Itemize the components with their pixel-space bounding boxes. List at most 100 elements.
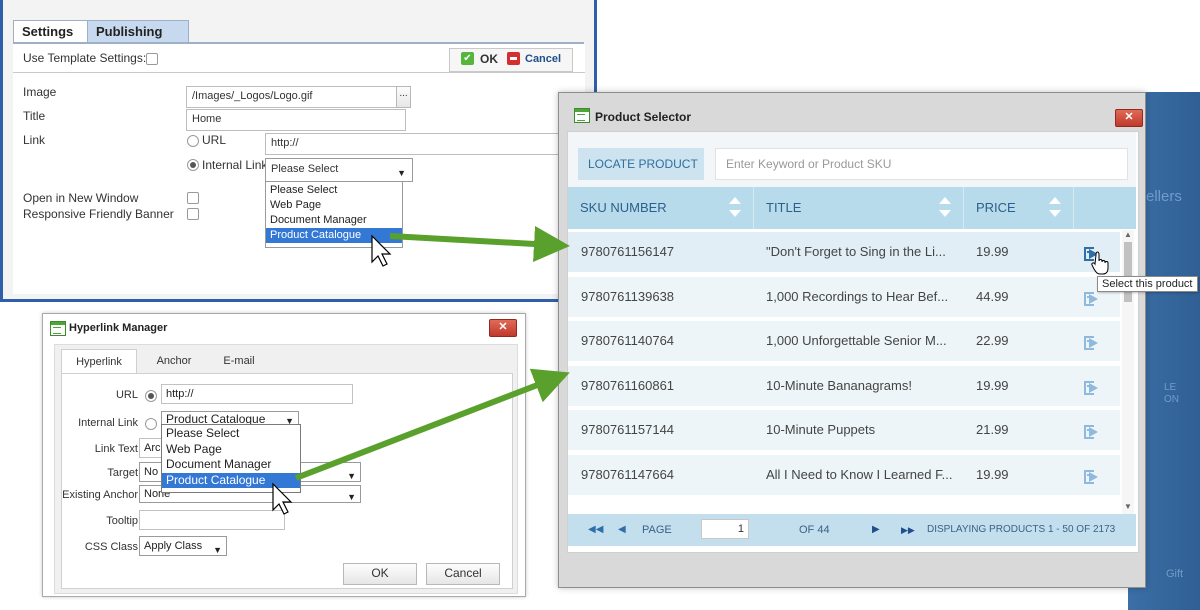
price-cell: 19.99 <box>976 244 1009 259</box>
dropdown-option-selected[interactable]: Product Catalogue <box>266 228 402 243</box>
column-header-sku[interactable]: SKU NUMBER <box>568 187 754 229</box>
url-input[interactable]: http:// <box>265 133 596 155</box>
dropdown-option[interactable]: Document Manager <box>266 213 402 228</box>
use-template-label: Use Template Settings: <box>23 51 147 65</box>
table-row[interactable]: 9780761140764 1,000 Unforgettable Senior … <box>568 321 1120 362</box>
cancel-button[interactable]: Cancel <box>426 563 500 585</box>
scroll-down-icon[interactable]: ▼ <box>1124 502 1132 511</box>
scroll-up-icon[interactable]: ▲ <box>1124 230 1132 239</box>
select-product-icon[interactable] <box>1084 334 1100 350</box>
close-icon[interactable]: ✕ <box>1115 109 1143 127</box>
select-product-icon[interactable] <box>1084 423 1100 439</box>
close-icon[interactable]: ✕ <box>489 319 517 337</box>
sort-icon[interactable] <box>939 197 951 219</box>
open-new-window-checkbox[interactable] <box>187 192 199 204</box>
css-class-select[interactable]: Apply Class ▼ <box>139 536 227 556</box>
open-new-window-label: Open in New Window <box>23 191 139 205</box>
tab-anchor[interactable]: Anchor <box>139 349 209 373</box>
first-page-icon[interactable]: ◀◀ <box>588 514 603 546</box>
table-header: SKU NUMBER TITLE PRICE <box>568 187 1136 229</box>
ok-button[interactable]: OK <box>343 563 417 585</box>
dropdown-option[interactable]: Document Manager <box>162 457 300 473</box>
image-path-input[interactable]: /Images/_Logos/Logo.gif <box>186 86 406 108</box>
product-selector-body: LOCATE PRODUCT Enter Keyword or Product … <box>567 131 1139 553</box>
tab-hyperlink[interactable]: Hyperlink <box>61 349 137 374</box>
sku-cell: 9780761140764 <box>581 333 675 348</box>
chevron-down-icon: ▼ <box>213 545 222 555</box>
sort-icon[interactable] <box>1049 197 1061 219</box>
dropdown-option[interactable]: Web Page <box>266 198 402 213</box>
next-page-icon[interactable]: ▶ <box>872 514 880 546</box>
last-page-icon[interactable]: ▶▶ <box>901 514 915 546</box>
browse-button[interactable]: ... <box>396 86 411 108</box>
column-header-label: PRICE <box>976 200 1016 215</box>
title-input[interactable]: Home <box>186 109 406 131</box>
table-row[interactable]: 9780761139638 1,000 Recordings to Hear Be… <box>568 276 1120 318</box>
column-header-title[interactable]: TITLE <box>754 187 964 229</box>
checkmark-icon: ✔ <box>461 52 474 65</box>
responsive-banner-checkbox[interactable] <box>187 208 199 220</box>
url-option-label: URL <box>202 133 227 147</box>
dropdown-option-selected[interactable]: Product Catalogue <box>162 472 300 488</box>
sku-cell: 9780761160861 <box>581 377 675 393</box>
dropdown-option[interactable]: Web Page <box>162 442 300 458</box>
ghost-text: Gift <box>1166 568 1184 580</box>
internal-link-dropdown: Please Select Web Page Document Manager … <box>161 424 301 493</box>
select-product-icon[interactable] <box>1084 468 1100 484</box>
tab-publishing[interactable]: Publishing <box>87 20 189 43</box>
price-cell: 19.99 <box>976 466 1009 482</box>
pagination-bar: ◀◀ ◀ PAGE 1 OF 44 ▶ ▶▶ DISPLAYING PRODUC… <box>568 514 1136 546</box>
sort-icon[interactable] <box>729 197 741 219</box>
select-product-icon[interactable] <box>1084 245 1100 261</box>
title-cell: 10-Minute Bananagrams! <box>766 377 912 393</box>
css-class-value: Apply Class <box>144 540 203 552</box>
tooltip-label: Tooltip <box>106 515 138 527</box>
sku-cell: 9780761147664 <box>581 466 675 482</box>
url-input[interactable]: http:// <box>161 384 353 404</box>
use-template-checkbox[interactable] <box>146 53 158 65</box>
scrollbar-thumb[interactable] <box>1124 242 1132 302</box>
tooltip-input[interactable] <box>139 510 285 530</box>
tab-email[interactable]: E-mail <box>211 349 267 373</box>
dropdown-option[interactable]: Please Select <box>266 183 402 198</box>
url-radio[interactable] <box>145 390 157 402</box>
title-cell: "Don't Forget to Sing in the Li... <box>766 244 946 259</box>
chevron-down-icon: ▼ <box>347 492 356 502</box>
column-header-price[interactable]: PRICE <box>964 187 1074 229</box>
dropdown-option[interactable]: Please Select <box>162 426 300 442</box>
window-icon <box>574 108 590 123</box>
sku-cell: 9780761157144 <box>581 422 675 437</box>
responsive-banner-label: Responsive Friendly Banner <box>23 207 174 221</box>
table-row[interactable]: 9780761156147 "Don't Forget to Sing in th… <box>568 232 1120 273</box>
display-count-label: DISPLAYING PRODUCTS 1 - 50 OF 2173 <box>927 524 1116 535</box>
table-row[interactable]: 9780761157144 10-Minute Puppets 21.99 <box>568 410 1120 451</box>
table-row[interactable]: 9780761147664 All I Need to Know I Learne… <box>568 454 1120 496</box>
target-label: Target <box>107 467 138 479</box>
previous-page-icon[interactable]: ◀ <box>618 514 626 546</box>
ok-button[interactable]: ✔ OK <box>461 51 501 69</box>
target-select-value: No <box>144 466 159 478</box>
internal-link-radio[interactable] <box>145 418 157 430</box>
link-text-label: Link Text <box>94 443 138 455</box>
column-header-label: SKU NUMBER <box>580 200 667 215</box>
css-class-label: CSS Class <box>84 541 138 553</box>
internal-link-option-label: Internal Link <box>202 158 268 172</box>
page-label: PAGE <box>642 524 672 536</box>
price-cell: 21.99 <box>976 422 1009 437</box>
internal-link-select[interactable]: Please Select ▼ <box>265 158 413 182</box>
select-product-icon[interactable] <box>1084 379 1100 395</box>
table-row[interactable]: 9780761160861 10-Minute Bananagrams! 19.99 <box>568 365 1120 407</box>
internal-link-radio[interactable] <box>187 159 199 171</box>
ghost-text: LE <box>1164 382 1177 393</box>
page-number-input[interactable]: 1 <box>701 519 749 539</box>
select-product-tooltip: Select this product <box>1097 276 1198 292</box>
settings-dialog: Settings Publishing Use Template Setting… <box>0 0 597 302</box>
url-radio[interactable] <box>187 135 199 147</box>
image-label: Image <box>23 85 57 99</box>
search-input[interactable]: Enter Keyword or Product SKU <box>715 148 1128 180</box>
chevron-down-icon: ▼ <box>397 168 406 178</box>
title-cell: 1,000 Recordings to Hear Bef... <box>766 288 949 304</box>
sku-cell: 9780761139638 <box>581 288 675 304</box>
hyperlink-manager-dialog: Hyperlink Manager ✕ Hyperlink Anchor E-m… <box>42 313 526 597</box>
cancel-button[interactable]: Cancel <box>507 51 569 69</box>
